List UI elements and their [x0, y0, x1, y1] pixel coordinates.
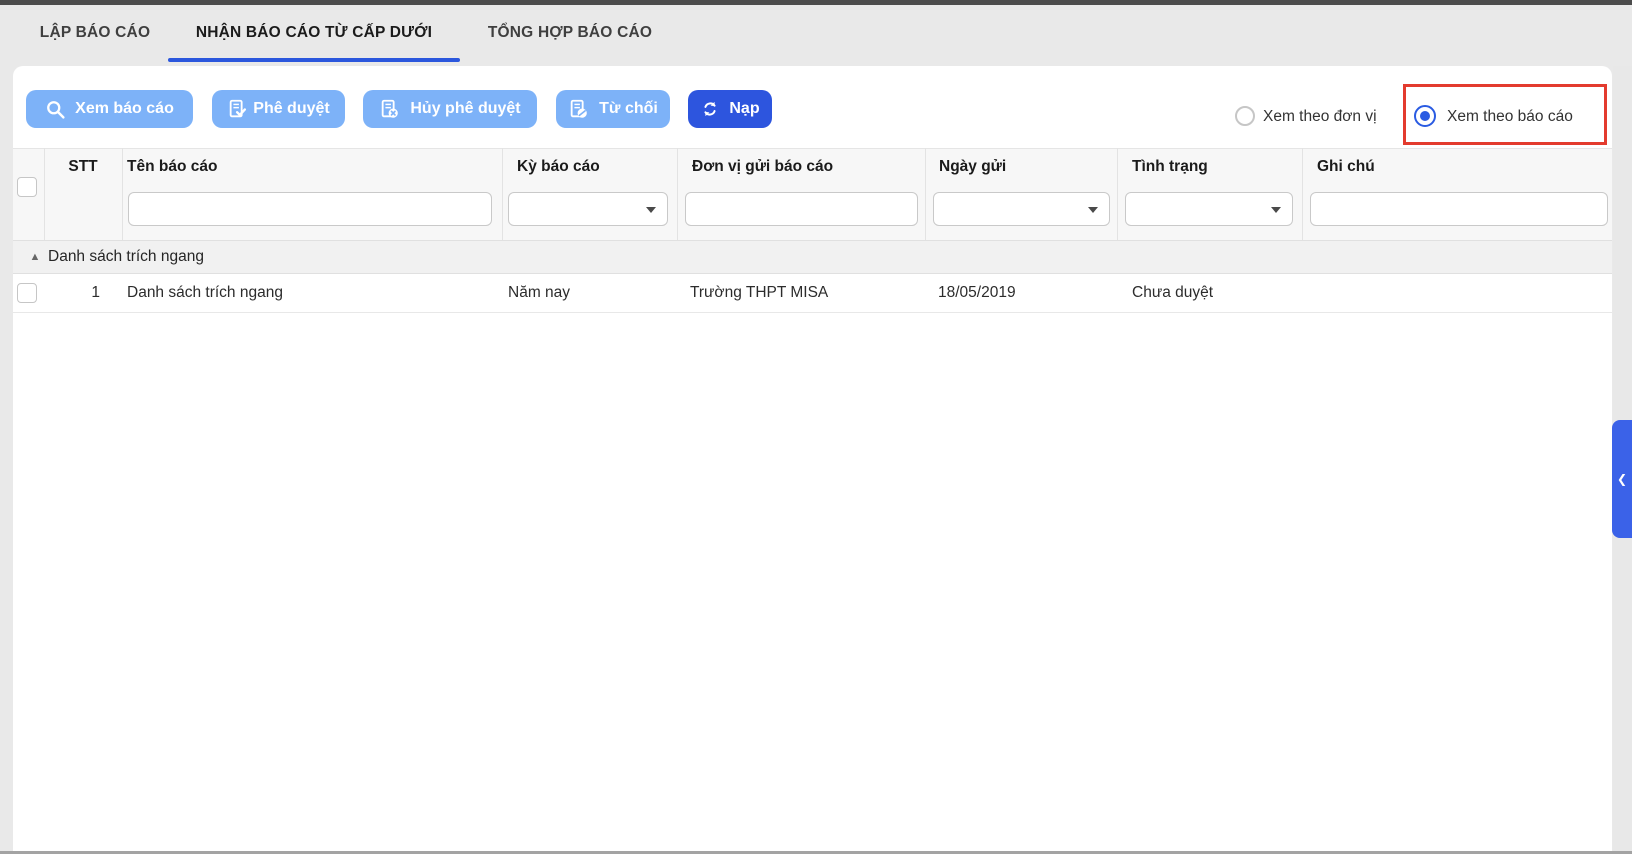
column-separator	[1117, 148, 1118, 240]
filter-select-tinh-trang[interactable]	[1125, 192, 1293, 226]
column-header-ngay-gui[interactable]: Ngày gửi	[939, 148, 1006, 186]
table-row[interactable]: 1 Danh sách trích ngang Năm nay Trường T…	[13, 274, 1612, 313]
document-cancel-icon	[379, 98, 401, 120]
filter-input-ghi-chu[interactable]	[1310, 192, 1608, 226]
unapprove-label: Hủy phê duyệt	[410, 100, 520, 118]
column-separator	[925, 148, 926, 240]
radio-selected-dot	[1420, 111, 1430, 121]
dropdown-arrow-icon	[1088, 207, 1098, 213]
load-button[interactable]: Nạp	[688, 90, 772, 128]
cell-ky-bao-cao: Năm nay	[508, 274, 570, 312]
view-report-label: Xem báo cáo	[75, 100, 174, 118]
tab-lap-bao-cao[interactable]: LẬP BÁO CÁO	[28, 5, 162, 61]
cell-stt: 1	[44, 274, 100, 312]
dropdown-arrow-icon	[646, 207, 656, 213]
view-report-button[interactable]: Xem báo cáo	[26, 90, 193, 128]
side-panel-toggle[interactable]: ❮	[1612, 420, 1632, 538]
reject-button[interactable]: Từ chối	[556, 90, 670, 128]
column-separator	[1302, 148, 1303, 240]
cell-don-vi: Trường THPT MISA	[690, 274, 828, 312]
column-header-ten-bao-cao[interactable]: Tên báo cáo	[127, 148, 217, 186]
reject-label: Từ chối	[599, 100, 658, 118]
active-tab-underline	[168, 58, 460, 62]
tab-tong-hop-bao-cao[interactable]: TỔNG HỢP BÁO CÁO	[472, 5, 668, 61]
radio-xem-theo-bao-cao-label[interactable]: Xem theo báo cáo	[1447, 108, 1573, 126]
filter-input-ten-bao-cao[interactable]	[128, 192, 492, 226]
column-header-ghi-chu[interactable]: Ghi chú	[1317, 148, 1375, 186]
tab-nhan-bao-cao-tu-cap-duoi[interactable]: NHẬN BÁO CÁO TỪ CẤP DƯỚI	[168, 5, 460, 61]
unapprove-button[interactable]: Hủy phê duyệt	[363, 90, 537, 128]
radio-xem-theo-don-vi-label[interactable]: Xem theo đơn vị	[1263, 108, 1377, 126]
column-separator	[502, 148, 503, 240]
collapse-caret-icon[interactable]: ▲	[20, 241, 50, 273]
select-all-checkbox[interactable]	[17, 177, 37, 197]
approve-button[interactable]: Phê duyệt	[212, 90, 345, 128]
refresh-icon	[700, 99, 720, 119]
filter-select-ky-bao-cao[interactable]	[508, 192, 668, 226]
cell-ten-bao-cao: Danh sách trích ngang	[127, 274, 283, 312]
column-separator	[122, 148, 123, 240]
column-separator	[677, 148, 678, 240]
cell-tinh-trang: Chưa duyệt	[1132, 274, 1213, 312]
document-reject-icon	[568, 98, 590, 120]
document-check-icon	[227, 98, 249, 120]
column-header-tinh-trang[interactable]: Tình trạng	[1132, 148, 1208, 186]
chevron-left-icon: ❮	[1617, 472, 1627, 486]
search-icon	[45, 99, 66, 120]
load-label: Nạp	[729, 100, 759, 118]
approve-label: Phê duyệt	[253, 100, 329, 118]
report-management-screen: LẬP BÁO CÁO NHẬN BÁO CÁO TỪ CẤP DƯỚI TỔN…	[0, 0, 1632, 856]
group-label: Danh sách trích ngang	[48, 248, 204, 266]
radio-xem-theo-don-vi[interactable]	[1235, 106, 1255, 126]
column-header-don-vi-gui-bao-cao[interactable]: Đơn vị gửi báo cáo	[692, 148, 833, 186]
column-header-ky-bao-cao[interactable]: Kỳ báo cáo	[517, 148, 600, 186]
group-row[interactable]: ▲ Danh sách trích ngang	[13, 240, 1612, 274]
cell-ngay-gui: 18/05/2019	[938, 274, 1016, 312]
radio-xem-theo-bao-cao[interactable]	[1414, 105, 1436, 127]
dropdown-arrow-icon	[1271, 207, 1281, 213]
row-checkbox[interactable]	[17, 283, 37, 303]
column-header-stt[interactable]: STT	[44, 148, 122, 186]
filter-select-ngay-gui[interactable]	[933, 192, 1110, 226]
filter-input-don-vi[interactable]	[685, 192, 918, 226]
